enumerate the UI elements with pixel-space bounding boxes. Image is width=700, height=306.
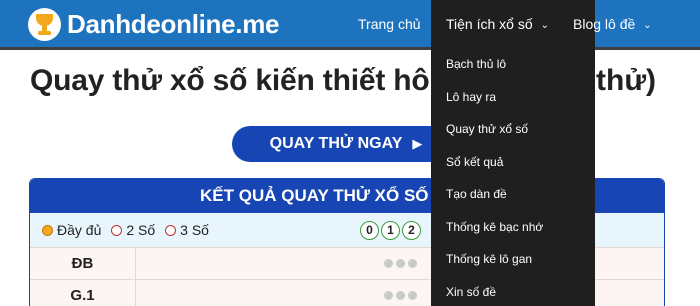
option-label: 3 Số	[180, 222, 209, 238]
nav-home-label: Trang chủ	[358, 16, 421, 32]
menu-item-xin-so-de[interactable]: Xin số đề	[431, 276, 595, 306]
prize-label: G.1	[30, 280, 136, 306]
nav-home[interactable]: Trang chủ	[358, 0, 421, 48]
option-day-du[interactable]: Đầy đủ	[42, 222, 101, 238]
menu-item-bach-thu-lo[interactable]: Bạch thủ lô	[431, 48, 595, 81]
menu-item-thong-ke-bac-nho[interactable]: Thống kê bạc nhớ	[431, 211, 595, 244]
page-title-text: Quay thử xổ số kiến thiết hôm	[30, 64, 456, 97]
nav-tien-ich-xo-so[interactable]: Tiện ích xổ số ⌄	[431, 0, 595, 48]
nav-blog-lo-de[interactable]: Blog lô đề ⌄	[573, 0, 652, 48]
digit-button[interactable]: 1	[381, 221, 400, 240]
quay-thu-button[interactable]: QUAY THỬ NGAY ▶	[232, 126, 460, 162]
radio-icon	[111, 224, 123, 236]
menu-item-quay-thu-xo-so[interactable]: Quay thử xổ số	[431, 113, 595, 146]
menu-item-so-ket-qua[interactable]: Sổ kết quả	[431, 146, 595, 179]
chevron-down-icon: ⌄	[540, 20, 550, 31]
nav-blog-label: Blog lô đề	[573, 16, 636, 32]
nav-tienich-label: Tiện ích xổ số	[446, 16, 533, 32]
play-icon: ▶	[412, 136, 423, 151]
page-title: Quay thử xổ số kiến thiết hôm	[30, 64, 456, 98]
prize-label: ĐB	[30, 248, 136, 279]
digit-filter: 0 1 2	[360, 221, 423, 240]
site-header: Danhdeonline.me Trang chủ Tiện ích xổ số…	[0, 0, 700, 50]
digit-button[interactable]: 0	[360, 221, 379, 240]
menu-item-lo-hay-ra[interactable]: Lô hay ra	[431, 81, 595, 114]
option-3-so[interactable]: 3 Số	[165, 222, 209, 238]
menu-item-thong-ke-lo-gan[interactable]: Thống kê lô gan	[431, 243, 595, 276]
tien-ich-dropdown-menu: Bạch thủ lô Lô hay ra Quay thử xổ số Sổ …	[431, 48, 595, 306]
option-label: Đầy đủ	[57, 222, 102, 238]
logo-text: Danhdeonline.me	[67, 9, 280, 39]
trophy-icon	[28, 8, 61, 41]
option-2-so[interactable]: 2 Số	[111, 222, 155, 238]
radio-icon	[42, 224, 53, 236]
site-logo[interactable]: Danhdeonline.me	[28, 8, 280, 41]
chevron-down-icon: ⌄	[643, 20, 652, 31]
radio-icon	[165, 224, 177, 236]
menu-item-tao-dan-de[interactable]: Tạo dàn đề	[431, 178, 595, 211]
loading-dots-icon	[384, 291, 420, 300]
page-title-tail: thử)	[596, 64, 657, 97]
quay-thu-label: QUAY THỬ NGAY	[269, 135, 403, 152]
digit-button[interactable]: 2	[402, 221, 421, 240]
loading-dots-icon	[384, 259, 420, 268]
option-label: 2 Số	[126, 222, 156, 238]
